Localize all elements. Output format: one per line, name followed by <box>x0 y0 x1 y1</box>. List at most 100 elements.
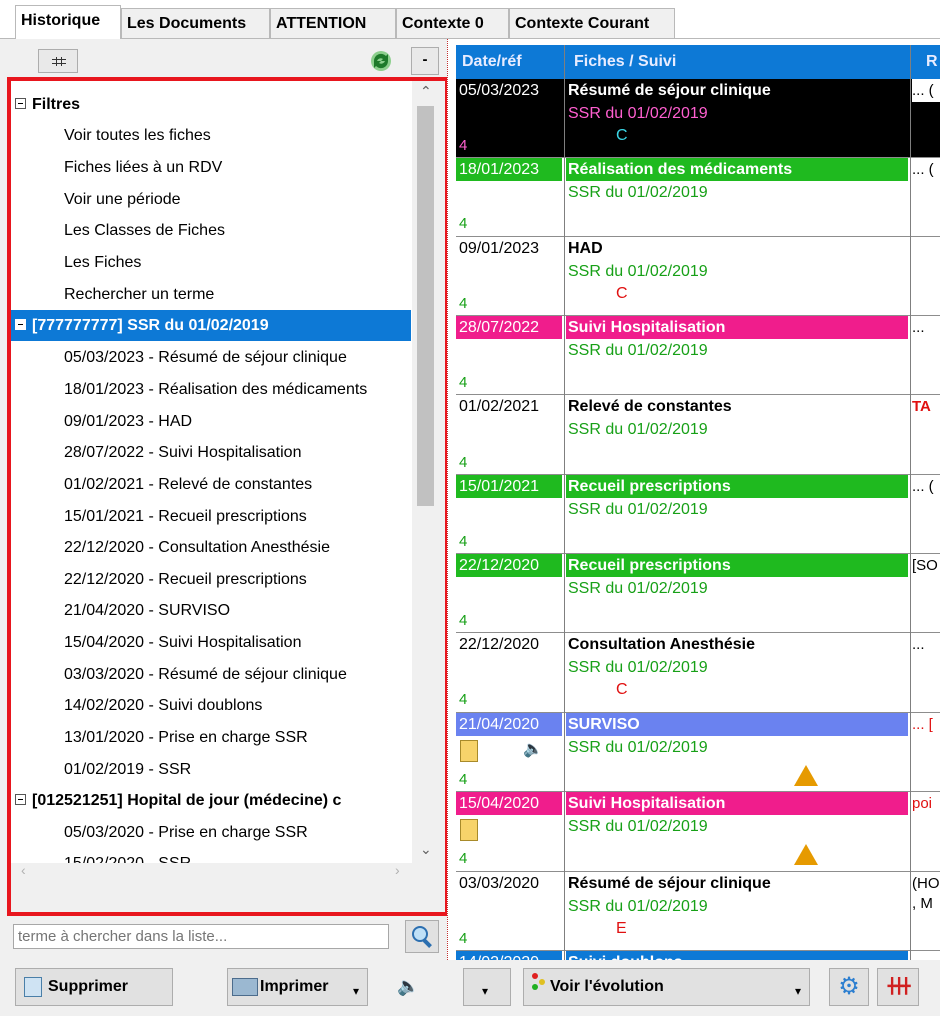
grid-cell-date: 28/07/2022 <box>456 316 562 339</box>
print-label: Imprimer <box>260 978 329 995</box>
grid-cell-count: 4 <box>459 215 468 232</box>
settings-button[interactable]: ⚙ <box>829 968 869 1006</box>
grid-cell-r: ... <box>912 319 925 336</box>
grid-cell-date: 15/01/2021 <box>456 475 562 498</box>
dropdown-arrow-icon[interactable]: ▾ <box>795 973 801 1009</box>
tree-group-stay-1[interactable]: [777777777] SSR du 01/02/2019 <box>11 310 411 341</box>
tree-vertical-scrollbar[interactable]: ⌃ ⌄ <box>412 81 439 863</box>
tree-item-fiche[interactable]: 22/12/2020 - Recueil prescriptions <box>11 564 411 595</box>
tree-item-fiche[interactable]: 01/02/2019 - SSR <box>11 754 411 785</box>
refresh-button[interactable] <box>365 47 401 75</box>
minus-button[interactable]: - <box>411 47 439 75</box>
grid-row[interactable]: 03/03/2020 Résumé de séjour clinique SSR… <box>456 872 940 951</box>
constants-button[interactable]: ╋╋╋ <box>877 968 919 1006</box>
tab-documents[interactable]: Les Documents <box>121 8 270 38</box>
tree-item-fiche[interactable]: 05/03/2020 - Prise en charge SSR <box>11 817 411 848</box>
tree-item-fiche[interactable]: 28/07/2022 - Suivi Hospitalisation <box>11 437 411 468</box>
column-header-fiches[interactable]: Fiches / Suivi <box>574 45 676 79</box>
tab-historique[interactable]: Historique <box>15 5 121 39</box>
scroll-right-icon[interactable]: › <box>395 862 400 878</box>
collapse-icon[interactable] <box>15 793 26 805</box>
speaker-icon[interactable]: 🔈 <box>523 739 543 759</box>
warning-icon[interactable] <box>794 765 818 786</box>
tree-item-fiche[interactable]: 15/01/2021 - Recueil prescriptions <box>11 501 411 532</box>
tree-item-filter[interactable]: Fiches liées à un RDV <box>11 152 411 183</box>
tree-item-filter[interactable]: Rechercher un terme <box>11 279 411 310</box>
tree-item-fiche[interactable]: 09/01/2023 - HAD <box>11 406 411 437</box>
tab-contexte-courant[interactable]: Contexte Courant <box>509 8 675 38</box>
tree-item-fiche[interactable]: 21/04/2020 - SURVISO <box>11 595 411 626</box>
delete-button[interactable]: Supprimer <box>15 968 173 1006</box>
grid-row[interactable]: 01/02/2021 Relevé de constantes SSR du 0… <box>456 395 940 475</box>
grid-row[interactable]: 14/02/2020 Suivi doublons <box>456 951 940 960</box>
tree-item-filter[interactable]: Voir toutes les fiches <box>11 120 411 151</box>
tree-item-filter[interactable]: Les Fiches <box>11 247 411 278</box>
tree-group-stay-2[interactable]: [012521251] Hopital de jour (médecine) c <box>11 785 411 816</box>
grid-cell-code: C <box>616 285 628 302</box>
document-icon[interactable] <box>460 819 478 841</box>
tree-group-label: Filtres <box>32 96 81 113</box>
tree-group-filtres[interactable]: Filtres <box>11 89 411 120</box>
grid-cell-stay: SSR du 01/02/2019 <box>568 501 708 518</box>
filter-dropdown-button[interactable]: ▾ <box>463 968 511 1006</box>
grid-cell-date: 14/02/2020 <box>456 951 562 960</box>
grid-row[interactable]: 28/07/2022 Suivi Hospitalisation SSR du … <box>456 316 940 395</box>
search-button[interactable] <box>405 920 439 953</box>
grid-header: Date/réf Fiches / Suivi R <box>456 45 940 79</box>
trash-icon <box>24 976 42 997</box>
sound-icon[interactable]: 🔈 <box>397 976 419 997</box>
scroll-up-icon[interactable]: ⌃ <box>420 83 432 100</box>
search-input[interactable] <box>13 924 389 949</box>
tree-item-fiche[interactable]: 18/01/2023 - Réalisation des médicaments <box>11 374 411 405</box>
dropdown-arrow-icon[interactable]: ▾ <box>353 973 359 1009</box>
print-button[interactable]: Imprimer ▾ <box>227 968 368 1006</box>
evolution-button[interactable]: Voir l'évolution ▾ <box>523 968 810 1006</box>
tree-item-fiche[interactable]: 03/03/2020 - Résumé de séjour clinique <box>11 659 411 690</box>
column-header-date[interactable]: Date/réf <box>462 45 522 79</box>
tree-horizontal-scrollbar[interactable]: ‹ › <box>11 862 439 881</box>
warning-icon[interactable] <box>794 844 818 865</box>
document-icon[interactable] <box>460 740 478 762</box>
scroll-thumb[interactable] <box>417 106 434 506</box>
grid-cell-code: E <box>616 920 627 937</box>
tree-item-fiche[interactable]: 01/02/2021 - Relevé de constantes <box>11 469 411 500</box>
grid-row[interactable]: 09/01/2023 HAD SSR du 01/02/2019 C 4 <box>456 237 940 316</box>
grid-cell-r: , M <box>912 895 933 912</box>
tree-item-fiche[interactable]: 22/12/2020 - Consultation Anesthésie <box>11 532 411 563</box>
tree-item-filter[interactable]: Voir une période <box>11 184 411 215</box>
grid-cell-r: ... [ <box>912 716 933 733</box>
grid-cell-count: 4 <box>459 930 468 947</box>
grid-row[interactable]: 15/04/2020 Suivi Hospitalisation SSR du … <box>456 792 940 872</box>
grid-cell-stay: SSR du 01/02/2019 <box>568 898 708 915</box>
collapse-all-button[interactable] <box>38 49 78 73</box>
tree-item-fiche[interactable]: 15/04/2020 - Suivi Hospitalisation <box>11 627 411 658</box>
grid-cell-count: 4 <box>459 771 468 788</box>
column-separator[interactable] <box>564 45 565 960</box>
tree-item-fiche[interactable]: 05/03/2023 - Résumé de séjour clinique <box>11 342 411 373</box>
grid-row[interactable]: 05/03/2023 Résumé de séjour clinique SSR… <box>456 79 940 158</box>
scroll-down-icon[interactable]: ⌄ <box>420 841 432 858</box>
tree-item-fiche[interactable]: 13/01/2020 - Prise en charge SSR <box>11 722 411 753</box>
grid-row[interactable]: 15/01/2021 Recueil prescriptions SSR du … <box>456 475 940 554</box>
grid-cell-date: 03/03/2020 <box>459 875 540 892</box>
grid-row[interactable]: 21/04/2020 SURVISO 🔈 SSR du 01/02/2019 4… <box>456 713 940 792</box>
grid-cell-count: 4 <box>459 137 468 154</box>
grid-row[interactable]: 22/12/2020 Consultation Anesthésie SSR d… <box>456 633 940 713</box>
collapse-icon[interactable] <box>15 318 26 330</box>
grid-cell-title: Suivi Hospitalisation <box>566 792 908 815</box>
grid-row[interactable]: 22/12/2020 Recueil prescriptions SSR du … <box>456 554 940 633</box>
grid-cell-r <box>912 237 940 260</box>
search-icon <box>412 926 432 948</box>
tab-contexte-0[interactable]: Contexte 0 <box>396 8 509 38</box>
grid-cell-r: ... ( <box>912 478 934 495</box>
tab-attention[interactable]: ATTENTION <box>270 8 396 38</box>
grid-row[interactable]: 18/01/2023 Réalisation des médicaments S… <box>456 158 940 237</box>
grid-cell-count: 4 <box>459 612 468 629</box>
column-separator[interactable] <box>910 45 911 960</box>
column-header-r[interactable]: R <box>926 45 938 79</box>
scroll-left-icon[interactable]: ‹ <box>21 862 26 878</box>
grid-cell-title: Suivi Hospitalisation <box>566 316 908 339</box>
tree-item-filter[interactable]: Les Classes de Fiches <box>11 215 411 246</box>
tree-item-fiche[interactable]: 14/02/2020 - Suivi doublons <box>11 690 411 721</box>
collapse-icon[interactable] <box>15 97 26 109</box>
